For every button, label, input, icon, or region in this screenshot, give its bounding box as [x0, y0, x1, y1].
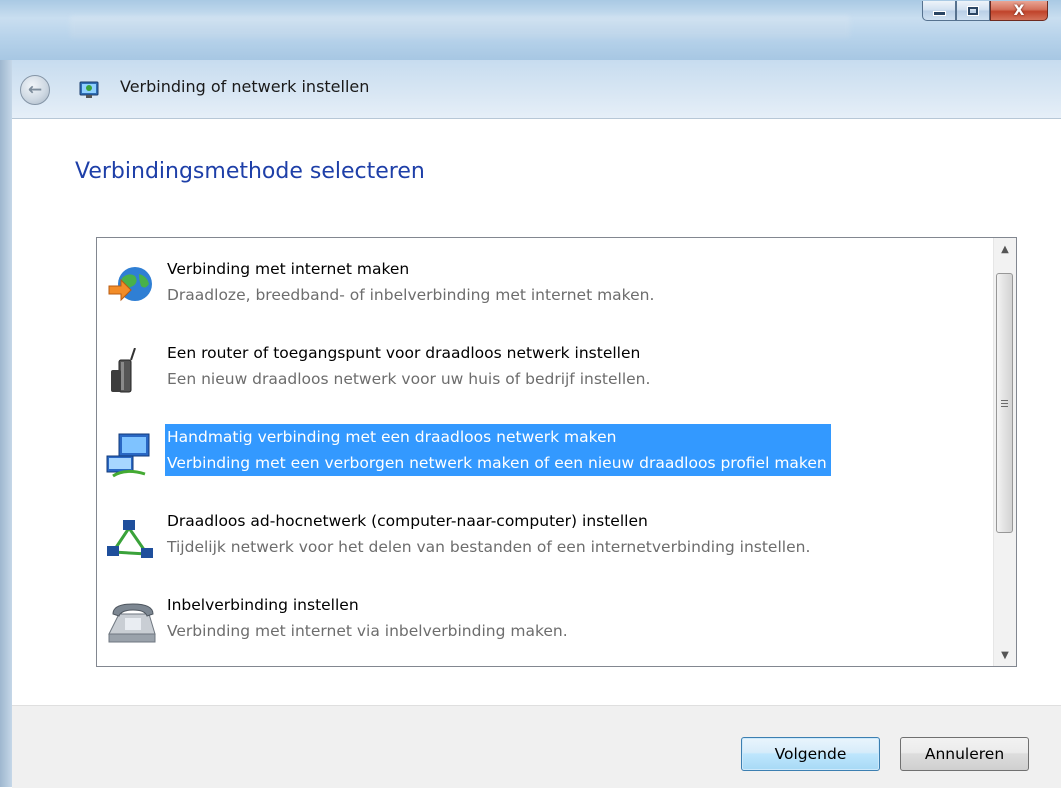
option-description: Draadloze, breedband- of inbelverbinding…: [167, 286, 655, 304]
button-bar: Volgende Annuleren: [12, 705, 1061, 788]
wizard-content: Verbindingsmethode selecteren Verbinding…: [12, 119, 1061, 705]
scroll-up-icon: ▲: [1001, 243, 1009, 255]
adhoc-network-icon: [107, 520, 153, 558]
option-dialup[interactable]: Inbelverbinding instellen Verbinding met…: [101, 592, 991, 648]
option-description: Een nieuw draadloos netwerk voor uw huis…: [167, 370, 651, 388]
option-text: Draadloos ad-hocnetwerk (computer-naar-c…: [165, 508, 814, 560]
close-icon: X: [1013, 2, 1025, 19]
option-internet-connection[interactable]: Verbinding met internet maken Draadloze,…: [101, 256, 991, 312]
minimize-button[interactable]: [922, 1, 956, 21]
wireless-computer-icon: [106, 433, 150, 478]
option-title: Verbinding met internet maken: [167, 260, 410, 278]
option-description: Verbinding met een verborgen netwerk mak…: [167, 454, 827, 472]
window-controls: X: [922, 1, 1048, 21]
dialup-phone-icon: [108, 603, 156, 643]
router-icon: [111, 348, 136, 393]
navigation-bar: ← Verbinding of netwerk instellen: [0, 60, 1061, 119]
minimize-icon: [932, 11, 946, 16]
network-wizard-icon: [79, 81, 99, 98]
option-description: Tijdelijk netwerk voor het delen van bes…: [167, 538, 811, 556]
option-text: Inbelverbinding instellen Verbinding met…: [165, 592, 572, 644]
maximize-button[interactable]: [956, 1, 990, 21]
option-text: Verbinding met internet maken Draadloze,…: [165, 256, 658, 308]
option-adhoc-network[interactable]: Draadloos ad-hocnetwerk (computer-naar-c…: [101, 508, 991, 564]
option-title: Inbelverbinding instellen: [167, 596, 359, 614]
connection-options-list[interactable]: Verbinding met internet maken Draadloze,…: [96, 237, 1017, 667]
option-title: Een router of toegangspunt voor draadloo…: [167, 344, 641, 362]
scroll-thumb[interactable]: [996, 273, 1013, 533]
back-arrow-icon: ←: [27, 80, 43, 100]
option-manual-wireless[interactable]: Handmatig verbinding met een draadloos n…: [101, 424, 991, 480]
option-description: Verbinding met internet via inbelverbind…: [167, 622, 568, 640]
page-heading: Verbindingsmethode selecteren: [75, 159, 425, 184]
option-title: Draadloos ad-hocnetwerk (computer-naar-c…: [167, 512, 648, 530]
close-button[interactable]: X: [990, 1, 1048, 21]
globe-connect-icon: [108, 267, 152, 302]
option-text: Handmatig verbinding met een draadloos n…: [165, 424, 831, 476]
title-bar: X: [0, 0, 1061, 60]
option-title: Handmatig verbinding met een draadloos n…: [167, 428, 617, 446]
back-button[interactable]: ←: [20, 75, 50, 105]
vertical-scrollbar[interactable]: ▲ ▼: [993, 238, 1016, 666]
blurred-background-window: [70, 16, 850, 38]
window-title: Verbinding of netwerk instellen: [120, 77, 370, 96]
scroll-down-icon: ▼: [1001, 649, 1009, 661]
scroll-up-button[interactable]: ▲: [994, 238, 1016, 260]
option-router-setup[interactable]: Een router of toegangspunt voor draadloo…: [101, 340, 991, 396]
options-container: Verbinding met internet maken Draadloze,…: [97, 238, 995, 666]
maximize-icon: [967, 5, 979, 16]
window-frame-left: [0, 60, 12, 787]
scroll-down-button[interactable]: ▼: [994, 644, 1016, 666]
option-text: Een router of toegangspunt voor draadloo…: [165, 340, 654, 392]
cancel-button[interactable]: Annuleren: [900, 737, 1029, 771]
next-button[interactable]: Volgende: [741, 737, 880, 771]
thumb-grip-icon: [1001, 399, 1008, 407]
